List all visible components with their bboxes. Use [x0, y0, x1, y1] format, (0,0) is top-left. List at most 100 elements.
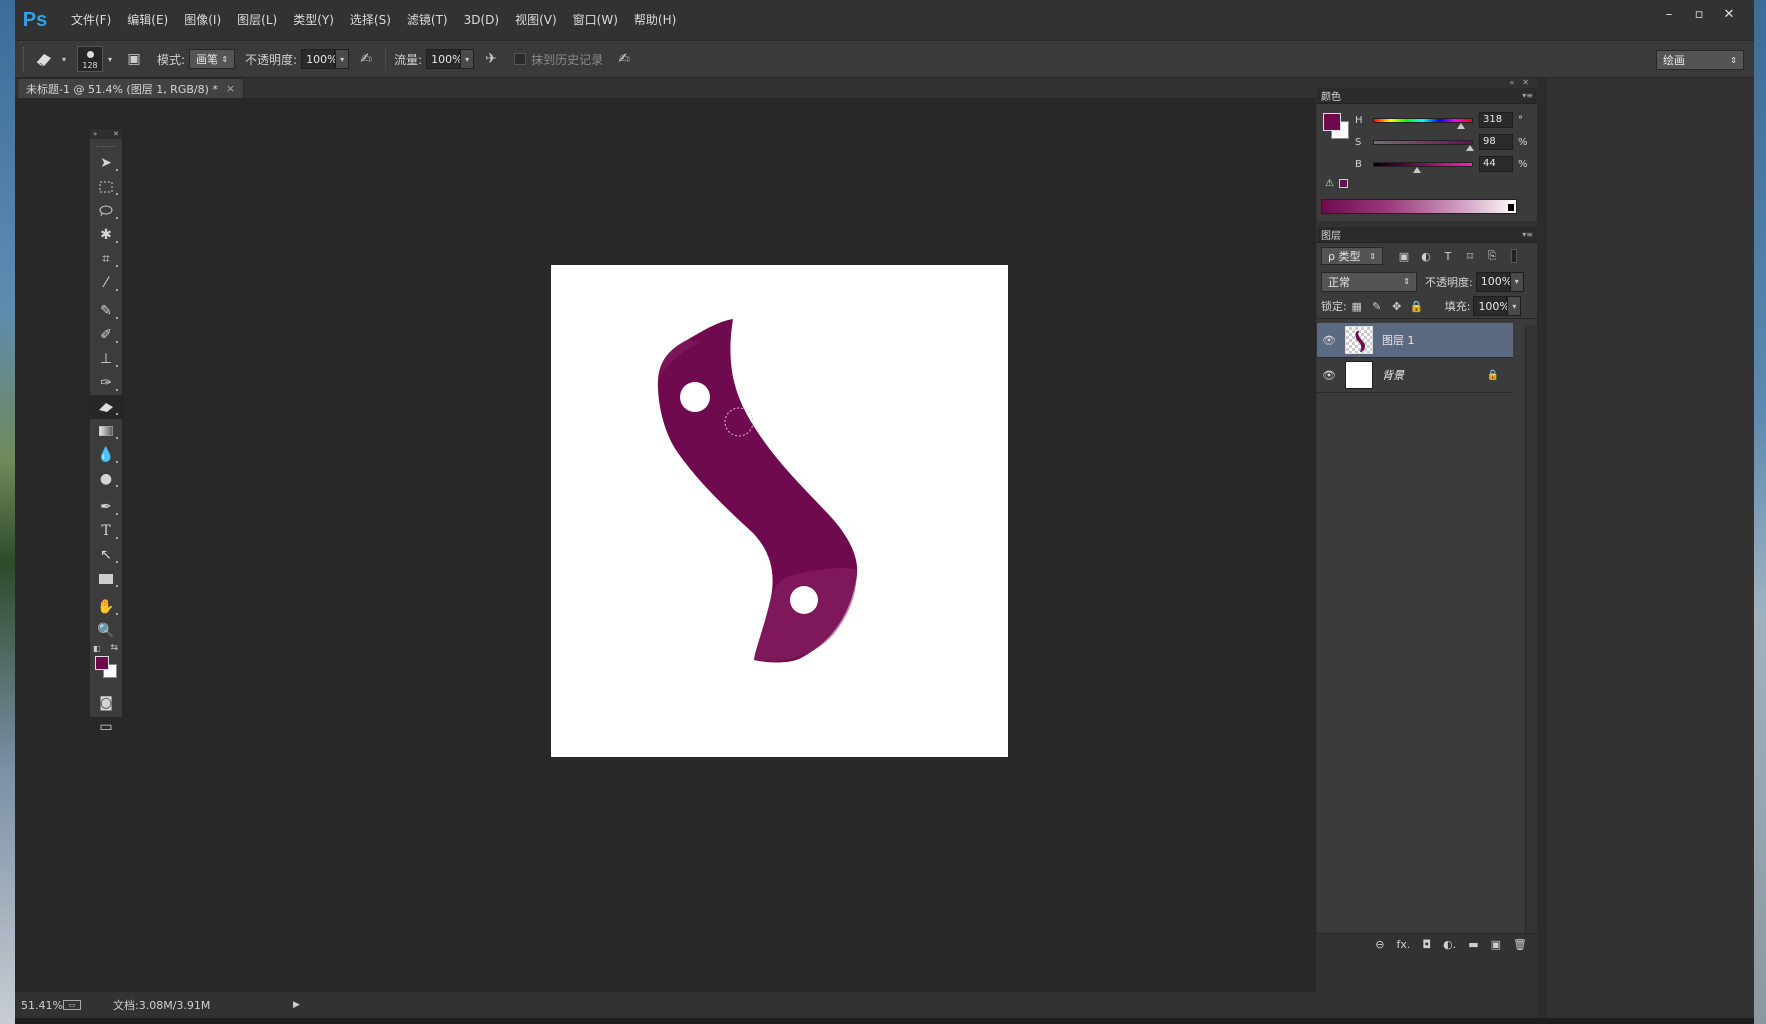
menu-edit[interactable]: 编辑(E) — [119, 0, 176, 40]
filter-shape-icon[interactable]: ⌑ — [1459, 250, 1481, 263]
default-colors-icon[interactable]: ◧ — [93, 644, 101, 653]
panel-menu-icon[interactable]: ▾≡ — [1522, 230, 1533, 239]
eraser-tool-preset-icon[interactable] — [31, 47, 57, 71]
gamut-warning-swatch[interactable] — [1339, 179, 1348, 188]
close-button[interactable]: ✕ — [1714, 4, 1744, 26]
menu-image[interactable]: 图像(I) — [176, 0, 229, 40]
layer-name[interactable]: 背景 — [1382, 367, 1404, 383]
layer-filter-select[interactable]: ρ 类型 ⇕ — [1321, 247, 1383, 265]
brush-size-picker[interactable]: 128 — [77, 46, 103, 72]
flow-slider-dropdown[interactable]: ▾ — [460, 49, 475, 69]
menu-select[interactable]: 选择(S) — [342, 0, 399, 40]
brush-tool-icon[interactable]: ✐ — [90, 323, 122, 347]
toolbox-header[interactable]: » ✕ — [90, 129, 122, 139]
opacity-slider-dropdown[interactable]: ▾ — [335, 49, 350, 69]
document-canvas[interactable] — [551, 265, 1008, 757]
saturation-slider[interactable] — [1373, 139, 1475, 151]
menu-window[interactable]: 窗口(W) — [565, 0, 626, 40]
gradient-tool-icon[interactable] — [90, 419, 122, 443]
close-toolbox-icon[interactable]: ✕ — [113, 130, 119, 138]
saturation-slider-thumb[interactable] — [1466, 144, 1475, 151]
menu-layer[interactable]: 图层(L) — [229, 0, 285, 40]
lock-all-icon[interactable]: 🔒 — [1407, 300, 1427, 313]
canvas-area[interactable]: » ✕ ➤ ✱ ⌗ ⁄ ✎ ✐ ⊥ ✑ 💧 ● ✒ T ↖ ✋ 🔍 ◧ ⇆ ◙ … — [15, 98, 1316, 991]
mask-icon[interactable]: ◘ — [1422, 938, 1431, 951]
brightness-slider[interactable] — [1373, 161, 1473, 173]
eraser-tool-icon[interactable] — [90, 395, 122, 419]
fill-dropdown[interactable]: ▾ — [1507, 296, 1522, 316]
filter-adjustment-icon[interactable]: ◐ — [1415, 250, 1437, 263]
panel-menu-icon[interactable]: ▾≡ — [1522, 91, 1533, 100]
pressure-size-icon[interactable]: ✍ — [611, 47, 637, 71]
filter-pixel-icon[interactable]: ▣ — [1393, 250, 1415, 263]
zoom-level[interactable]: 51.41% — [21, 999, 63, 1012]
color-ramp[interactable] — [1321, 199, 1517, 214]
hue-slider[interactable] — [1373, 117, 1473, 129]
filter-smart-object-icon[interactable]: ⎘ — [1481, 249, 1503, 263]
lock-transparent-icon[interactable]: ▦ — [1347, 300, 1367, 313]
color-panel-tab[interactable]: 颜色 ▾≡ — [1317, 88, 1537, 104]
adjustment-icon[interactable]: ◐. — [1443, 938, 1456, 951]
proof-setup-icon[interactable]: ▭ — [63, 1000, 81, 1010]
brightness-slider-thumb[interactable] — [1413, 166, 1422, 173]
hue-input[interactable]: 318 — [1479, 112, 1513, 128]
fill-input[interactable]: 100% — [1473, 296, 1510, 316]
brightness-input[interactable]: 44 — [1479, 156, 1513, 172]
brush-panel-toggle-icon[interactable]: ▣ — [121, 47, 147, 71]
color-ramp-black-swatch[interactable] — [1508, 204, 1514, 211]
move-tool-icon[interactable]: ➤ — [90, 151, 122, 175]
layer-thumbnail[interactable] — [1345, 326, 1373, 354]
blur-tool-icon[interactable]: 💧 — [90, 443, 122, 467]
lock-pixels-icon[interactable]: ✎ — [1367, 300, 1387, 313]
lock-position-icon[interactable]: ✥ — [1387, 300, 1407, 313]
erase-history-checkbox[interactable] — [514, 53, 527, 65]
layer-row[interactable]: 👁 背景 🔒 — [1317, 358, 1513, 393]
minimize-button[interactable]: – — [1654, 4, 1684, 26]
zoom-tool-icon[interactable]: 🔍 — [90, 619, 122, 643]
hand-tool-icon[interactable]: ✋ — [90, 595, 122, 619]
workspace-select[interactable]: 绘画 ⇕ — [1656, 50, 1744, 70]
color-foreground-swatch[interactable] — [1323, 113, 1341, 131]
menu-file[interactable]: 文件(F) — [63, 0, 119, 40]
pressure-opacity-icon[interactable]: ✍ — [353, 47, 379, 71]
layer-thumbnail[interactable] — [1345, 361, 1373, 389]
opacity-input[interactable]: 100% — [301, 49, 338, 69]
status-menu-arrow-icon[interactable]: ▶ — [293, 1000, 300, 1010]
layer-opacity-input[interactable]: 100% — [1475, 271, 1512, 292]
layer-opacity-dropdown[interactable]: ▾ — [1509, 271, 1524, 292]
expand-icon[interactable]: » — [93, 130, 97, 138]
flow-input[interactable]: 100% — [426, 49, 463, 69]
link-icon[interactable]: ⊖ — [1375, 938, 1384, 951]
options-grip[interactable] — [23, 47, 31, 71]
close-dock-icon[interactable]: ✕ — [1522, 78, 1529, 88]
swap-colors-icon[interactable]: ⇆ — [110, 643, 118, 653]
eyedropper-tool-icon[interactable]: ⁄ — [90, 271, 122, 295]
pen-tool-icon[interactable]: ✒ — [90, 495, 122, 519]
rectangle-tool-icon[interactable] — [90, 567, 122, 591]
crop-tool-icon[interactable]: ⌗ — [90, 247, 122, 271]
path-selection-tool-icon[interactable]: ↖ — [90, 543, 122, 567]
tool-preset-dropdown[interactable]: ▾ — [57, 49, 71, 69]
layer-row[interactable]: 👁 图层 1 — [1317, 323, 1513, 358]
panel-scroll-strip[interactable] — [1537, 78, 1547, 1018]
airbrush-icon[interactable]: ✈ — [478, 47, 504, 71]
history-brush-tool-icon[interactable]: ✑ — [90, 371, 122, 395]
menu-view[interactable]: 视图(V) — [507, 0, 565, 40]
healing-brush-tool-icon[interactable]: ✎ — [90, 299, 122, 323]
collapse-dock-icon[interactable]: « — [1509, 78, 1514, 88]
filter-toggle[interactable] — [1511, 249, 1517, 263]
hue-slider-thumb[interactable] — [1456, 122, 1465, 129]
layers-panel-tab[interactable]: 图层 ▾≡ — [1317, 227, 1537, 243]
filter-type-icon[interactable]: T — [1437, 250, 1459, 263]
layers-scrollbar[interactable] — [1525, 325, 1537, 933]
saturation-input[interactable]: 98 — [1479, 134, 1513, 150]
menu-help[interactable]: 帮助(H) — [626, 0, 684, 40]
marquee-tool-icon[interactable] — [90, 175, 122, 199]
magic-wand-tool-icon[interactable]: ✱ — [90, 223, 122, 247]
maximize-button[interactable]: ▫ — [1684, 4, 1714, 26]
blend-mode-select[interactable]: 正常 ⇕ — [1321, 271, 1417, 292]
eye-icon[interactable]: 👁 — [1317, 334, 1341, 347]
folder-icon[interactable]: ▬ — [1468, 938, 1478, 951]
eye-icon[interactable]: 👁 — [1317, 369, 1341, 382]
fx-icon[interactable]: fx. — [1397, 938, 1411, 951]
